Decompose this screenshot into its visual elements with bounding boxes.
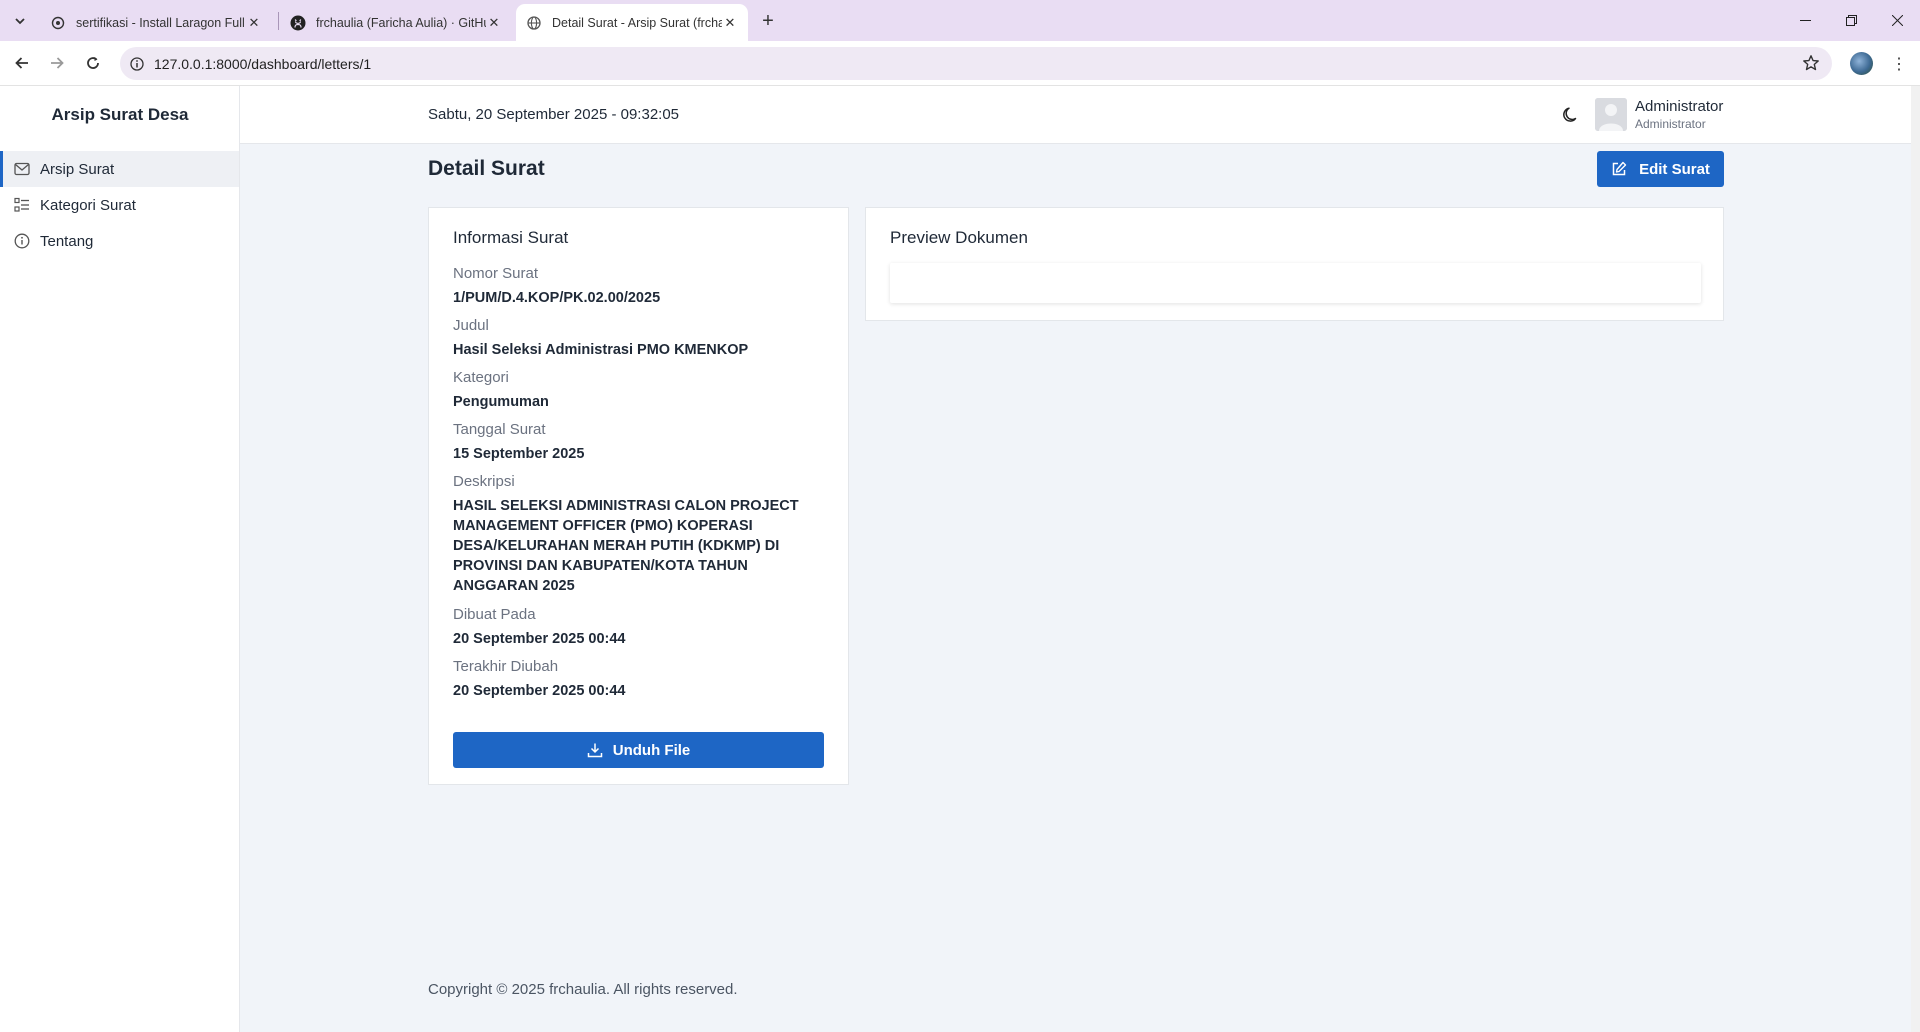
field-label: Judul: [453, 317, 489, 334]
field-deskripsi: Deskripsi HASIL SELEKSI ADMINISTRASI CAL…: [453, 472, 833, 596]
sidebar-item-label: Arsip Surat: [40, 160, 115, 178]
preview-dokumen-card: Preview Dokumen: [865, 207, 1724, 321]
document-preview-frame[interactable]: [890, 263, 1701, 303]
list-icon: [14, 197, 30, 213]
field-nomor-surat: Nomor Surat 1/PUM/D.4.KOP/PK.02.00/2025: [453, 264, 833, 308]
field-label: Terakhir Diubah: [453, 658, 559, 675]
openai-icon: [50, 15, 66, 31]
bookmark-star-icon[interactable]: [1802, 54, 1820, 77]
close-tab-icon[interactable]: ✕: [246, 15, 262, 31]
mail-icon: [14, 161, 30, 177]
top-header: Sabtu, 20 September 2025 - 09:32:05 Admi…: [240, 86, 1911, 144]
url-text: 127.0.0.1:8000/dashboard/letters/1: [154, 55, 372, 72]
user-avatar[interactable]: [1595, 98, 1627, 131]
address-bar: 127.0.0.1:8000/dashboard/letters/1 ⋮: [0, 41, 1920, 86]
sidebar-item-label: Tentang: [40, 232, 94, 250]
footer-copyright: Copyright © 2025 frchaulia. All rights r…: [428, 981, 738, 998]
field-terakhir-diubah: Terakhir Diubah 20 September 2025 00:44: [453, 657, 833, 701]
browser-tab-strip: sertifikasi - Install Laragon Full ✕ frc…: [0, 0, 1920, 41]
info-icon: [14, 233, 30, 249]
browser-tab-1[interactable]: frchaulia (Faricha Aulia) · GitHub ✕: [280, 4, 512, 41]
site-info-icon[interactable]: [120, 56, 154, 71]
sidebar-item-tentang[interactable]: Tentang: [0, 223, 239, 259]
field-kategori: Kategori Pengumuman: [453, 368, 833, 412]
sidebar-item-kategori-surat[interactable]: Kategori Surat: [0, 187, 239, 223]
sidebar-item-label: Kategori Surat: [40, 196, 136, 214]
edit-icon: [1611, 161, 1627, 177]
field-dibuat-pada: Dibuat Pada 20 September 2025 00:44: [453, 605, 833, 649]
field-label: Deskripsi: [453, 473, 515, 490]
close-tab-icon[interactable]: ✕: [722, 15, 738, 31]
brand-title: Arsip Surat Desa: [51, 105, 189, 124]
field-label: Kategori: [453, 369, 509, 386]
field-value: Hasil Seleksi Administrasi PMO KMENKOP: [453, 342, 749, 358]
field-value: 20 September 2025 00:44: [453, 631, 626, 647]
user-name[interactable]: Administrator: [1635, 98, 1723, 115]
new-tab-plus-icon[interactable]: +: [756, 9, 780, 33]
unduh-file-button[interactable]: Unduh File: [453, 732, 824, 768]
card-title: Preview Dokumen: [890, 228, 1028, 247]
unduh-file-label: Unduh File: [612, 741, 691, 759]
tab-search-chevron-icon[interactable]: [8, 9, 32, 33]
edit-surat-label: Edit Surat: [1639, 160, 1710, 178]
current-datetime: Sabtu, 20 September 2025 - 09:32:05: [428, 106, 680, 123]
field-value: 20 September 2025 00:44: [453, 683, 626, 699]
browser-tab-2-active[interactable]: Detail Surat - Arsip Surat (frchaulia) ✕: [516, 4, 748, 41]
page-scrollbar[interactable]: [1911, 86, 1920, 1032]
field-label: Dibuat Pada: [453, 606, 536, 623]
back-arrow-icon[interactable]: [7, 48, 37, 78]
user-role: Administrator: [1635, 117, 1706, 131]
globe-icon: [526, 15, 542, 31]
field-value: 15 September 2025: [453, 446, 585, 462]
download-icon: [587, 742, 603, 758]
edit-surat-button[interactable]: Edit Surat: [1597, 151, 1724, 187]
browser-tab-0[interactable]: sertifikasi - Install Laragon Full ✕: [40, 4, 272, 41]
field-label: Nomor Surat: [453, 265, 539, 282]
minimize-icon[interactable]: [1782, 0, 1828, 41]
github-icon: [290, 15, 306, 31]
tab-title: Detail Surat - Arsip Surat (frchaulia): [552, 15, 722, 30]
close-tab-icon[interactable]: ✕: [486, 15, 502, 31]
page-title: Detail Surat: [428, 157, 545, 180]
sidebar-item-arsip-surat[interactable]: Arsip Surat: [0, 151, 239, 187]
sidebar: Arsip Surat Desa Arsip Surat Kategori Su…: [0, 86, 240, 1032]
profile-avatar-icon[interactable]: [1850, 52, 1873, 75]
field-value: HASIL SELEKSI ADMINISTRASI CALON PROJECT…: [453, 498, 799, 594]
field-value: Pengumuman: [453, 394, 549, 410]
card-title: Informasi Surat: [453, 228, 569, 247]
tab-title: frchaulia (Faricha Aulia) · GitHub: [316, 15, 486, 30]
url-omnibox[interactable]: 127.0.0.1:8000/dashboard/letters/1: [120, 47, 1832, 80]
field-value: 1/PUM/D.4.KOP/PK.02.00/2025: [453, 290, 661, 306]
restore-icon[interactable]: [1828, 0, 1874, 41]
forward-arrow-icon[interactable]: [42, 48, 72, 78]
field-judul: Judul Hasil Seleksi Administrasi PMO KME…: [453, 316, 833, 360]
field-label: Tanggal Surat: [453, 421, 546, 438]
reload-icon[interactable]: [78, 48, 108, 78]
tab-title: sertifikasi - Install Laragon Full: [76, 15, 245, 30]
browser-menu-icon[interactable]: ⋮: [1889, 52, 1909, 76]
close-window-icon[interactable]: [1874, 0, 1920, 41]
dark-mode-moon-icon[interactable]: [1560, 104, 1582, 126]
informasi-surat-card: Informasi Surat Nomor Surat 1/PUM/D.4.KO…: [428, 207, 849, 785]
tab-separator: [278, 12, 279, 30]
field-tanggal-surat: Tanggal Surat 15 September 2025: [453, 420, 833, 464]
